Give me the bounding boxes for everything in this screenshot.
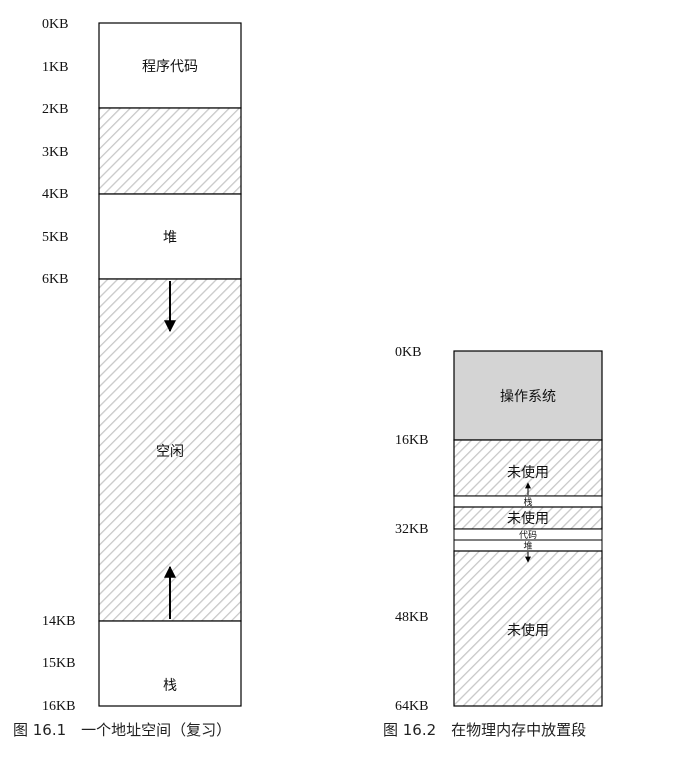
segment-os-label: 操作系统 [500, 389, 556, 405]
label-64kb: 64KB [395, 699, 428, 714]
label-16kb: 16KB [395, 433, 428, 448]
segment-stack-label: 栈 [163, 678, 177, 694]
segment-stack-label: 栈 [523, 496, 532, 508]
label-14kb: 14KB [42, 614, 75, 629]
label-4kb: 4KB [42, 187, 68, 202]
label-48kb: 48KB [395, 610, 428, 625]
segment-gap-box [98, 107, 242, 195]
segment-heap-label: 堆 [523, 541, 532, 552]
label-0kb: 0KB [42, 17, 68, 32]
segment-code-label: 代码 [519, 530, 537, 541]
label-0kb: 0KB [395, 345, 421, 360]
segment-code-label: 程序代码 [142, 59, 198, 75]
segment-unused-1-label: 未使用 [507, 464, 549, 481]
figure-2-caption: 图 16.2 在物理内存中放置段 [383, 721, 586, 739]
figure-1: 0KB 1KB 2KB 3KB 4KB 5KB 6KB 14KB 15KB 16… [13, 17, 242, 739]
figure-1-address-labels: 0KB 1KB 2KB 3KB 4KB 5KB 6KB 14KB 15KB 16… [42, 17, 75, 714]
label-5kb: 5KB [42, 230, 68, 245]
label-16kb: 16KB [42, 699, 75, 714]
figure-1-caption: 图 16.1 一个地址空间（复习） [13, 721, 231, 739]
label-6kb: 6KB [42, 272, 68, 287]
label-3kb: 3KB [42, 145, 68, 160]
label-15kb: 15KB [42, 656, 75, 671]
label-1kb: 1KB [42, 60, 68, 75]
figure-2-address-labels: 0KB 16KB 32KB 48KB 64KB [395, 345, 428, 714]
segment-unused-3-label: 未使用 [507, 622, 549, 639]
figure-2: 0KB 16KB 32KB 48KB 64KB 操作系统 未使用 栈 未使用 代… [383, 345, 603, 739]
diagram-canvas: 0KB 1KB 2KB 3KB 4KB 5KB 6KB 14KB 15KB 16… [13, 17, 603, 739]
segment-unused-2-label: 未使用 [507, 510, 549, 527]
label-2kb: 2KB [42, 102, 68, 117]
segment-free-label: 空闲 [156, 444, 184, 460]
label-32kb: 32KB [395, 522, 428, 537]
segment-heap-label: 堆 [163, 230, 177, 246]
